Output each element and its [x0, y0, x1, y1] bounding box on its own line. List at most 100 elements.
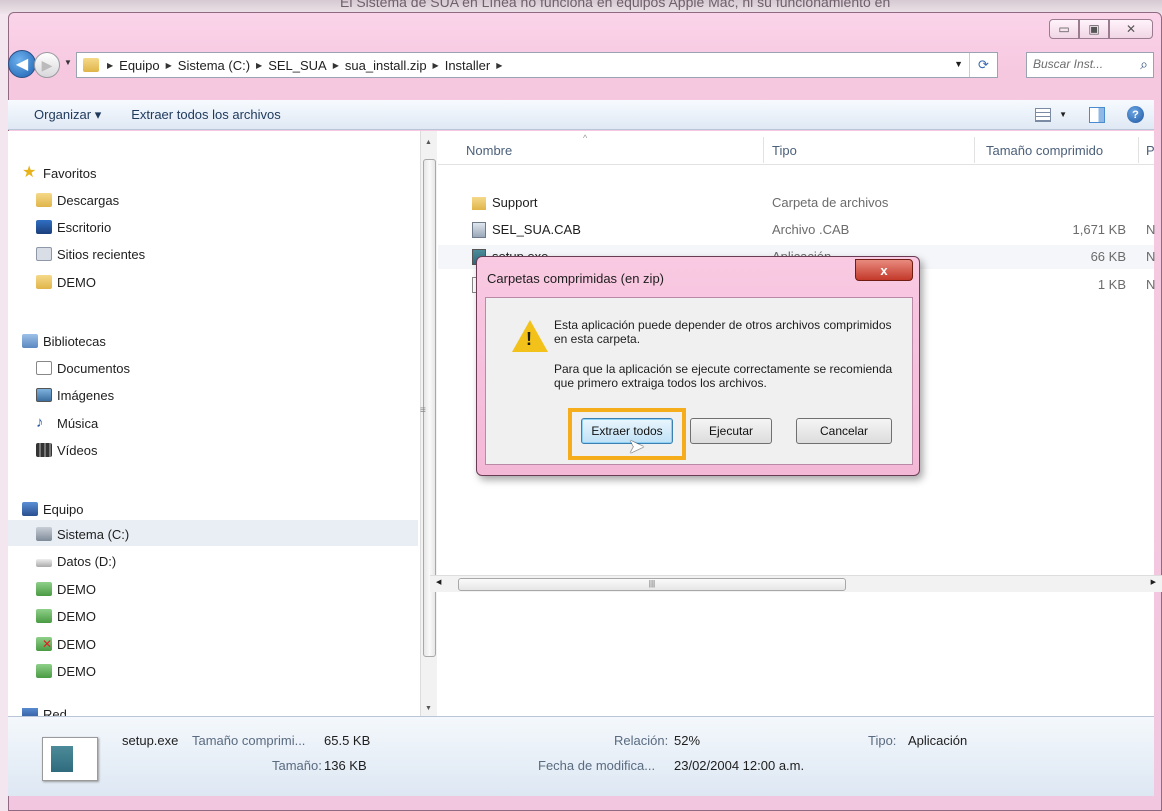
column-header-compressed-size[interactable]: Tamaño comprimido [986, 143, 1103, 158]
horizontal-scrollbar-thumb[interactable]: ||| [458, 578, 846, 591]
dialog-close-button[interactable]: x [855, 259, 913, 281]
magnifier-icon[interactable]: ⌕ [1140, 56, 1148, 73]
chevron-right-icon: ▶ [496, 60, 503, 70]
scroll-right-icon[interactable]: ▶ [1151, 578, 1156, 586]
network-drive-icon [36, 664, 52, 678]
view-options-icon [1035, 107, 1052, 122]
nav-demo-network-3[interactable]: ✕ DEMO [36, 632, 96, 656]
recent-places-icon [36, 247, 52, 261]
window-controls: ▭ ▣ ✕ [1049, 19, 1153, 39]
minimize-button[interactable]: ▭ [1049, 19, 1079, 39]
nav-equipo[interactable]: Equipo [22, 497, 83, 521]
background-title-text: El Sistema de SUA en Línea no funciona e… [340, 0, 891, 10]
recent-pages-dropdown-icon[interactable]: ▼ [64, 58, 72, 67]
network-drive-icon [36, 609, 52, 623]
breadcrumb-sel-sua[interactable]: ▶ SEL_SUA [256, 58, 327, 73]
details-type-value: Aplicación [908, 733, 968, 748]
folder-icon [472, 197, 486, 210]
nav-imagenes[interactable]: Imágenes [36, 383, 114, 407]
scroll-left-icon[interactable]: ◀ [436, 578, 441, 586]
disconnected-network-drive-icon: ✕ [36, 637, 52, 651]
forward-button[interactable]: ▶ [34, 52, 60, 78]
details-size-label: Tamaño: [272, 758, 322, 773]
nav-demo-network-2[interactable]: DEMO [36, 604, 96, 628]
nav-demo-network-4[interactable]: DEMO [36, 659, 96, 683]
downloads-folder-icon [36, 193, 52, 207]
libraries-icon [22, 334, 38, 348]
details-ratio-label: Relación: [614, 733, 669, 748]
dialog-message-1: Esta aplicación puede depender de otros … [554, 318, 892, 346]
column-divider[interactable] [974, 137, 975, 163]
chevron-right-icon: ▶ [432, 60, 439, 70]
breadcrumb-sistema[interactable]: ▶ Sistema (C:) [166, 58, 250, 73]
address-dropdown-icon[interactable]: ▼ [954, 59, 963, 69]
nav-sistema-c[interactable]: Sistema (C:) [36, 522, 129, 546]
documents-icon [36, 361, 52, 375]
details-size-value: 136 KB [324, 758, 367, 773]
close-window-button[interactable]: ✕ [1109, 19, 1153, 39]
navigation-pane: ★ Favoritos Descargas Escritorio Sitios r… [8, 131, 418, 720]
horizontal-scrollbar[interactable]: ◀ ||| ▶ [430, 575, 1162, 592]
dialog-title: Carpetas comprimidas (en zip) [487, 271, 665, 286]
breadcrumb-zip[interactable]: ▶ sua_install.zip [333, 58, 427, 73]
nav-vertical-scrollbar[interactable]: ▲ ▼ [420, 131, 437, 716]
preview-pane-icon[interactable] [1089, 106, 1105, 123]
breadcrumb-equipo[interactable]: ▶ Equipo [107, 58, 160, 73]
help-icon[interactable]: ? [1127, 106, 1144, 123]
nav-documentos[interactable]: Documentos [36, 356, 130, 380]
maximize-button[interactable]: ▣ [1079, 19, 1109, 39]
refresh-icon[interactable]: ⟳ [969, 53, 997, 77]
forward-arrow-icon: ▶ [41, 56, 53, 73]
music-note-icon: ♪ [36, 414, 44, 431]
details-filename: setup.exe [122, 733, 179, 748]
dialog-message-2: Para que la aplicación se ejecute correc… [554, 362, 893, 390]
file-row-cab[interactable]: SEL_SUA.CAB Archivo .CAB 1,671 KB N [438, 218, 1155, 242]
navigation-bar: ◀ ▶ ▼ ▶ Equipo ▶ Sistema (C:) ▶ SEL_SUA ▶ su… [8, 50, 1154, 80]
column-header-name[interactable]: Nombre [466, 143, 512, 158]
run-button[interactable]: Ejecutar [690, 418, 772, 444]
computer-icon [22, 502, 38, 516]
address-bar[interactable]: ▶ Equipo ▶ Sistema (C:) ▶ SEL_SUA ▶ sua_inst… [76, 52, 998, 78]
organize-button[interactable]: Organizar ▾ [34, 107, 101, 123]
column-header-type[interactable]: Tipo [772, 143, 797, 158]
command-bar: Organizar ▾ Extraer todos los archivos ▼… [8, 100, 1154, 130]
sort-arrow-icon: ^ [583, 133, 588, 143]
cancel-button[interactable]: Cancelar [796, 418, 892, 444]
column-divider[interactable] [1138, 137, 1139, 163]
extract-all-button[interactable]: Extraer todos los archivos [131, 107, 281, 122]
details-compressed-label: Tamaño comprimi... [192, 733, 306, 748]
nav-sitios-recientes[interactable]: Sitios recientes [36, 242, 145, 266]
column-divider[interactable] [763, 137, 764, 163]
column-headers: Nombre ^ Tipo Tamaño comprimido P [438, 131, 1155, 165]
nav-favoritos[interactable]: ★ Favoritos [22, 161, 96, 185]
nav-musica[interactable]: ♪ Música [36, 411, 98, 435]
breadcrumb-installer[interactable]: ▶ Installer ▶ [433, 58, 509, 73]
exe-thumbnail-icon [51, 746, 73, 772]
nav-videos[interactable]: Vídeos [36, 438, 97, 462]
nav-escritorio[interactable]: Escritorio [36, 215, 111, 239]
back-button[interactable]: ◀ [8, 50, 36, 78]
chevron-right-icon: ▶ [107, 60, 114, 70]
nav-demo-network-1[interactable]: DEMO [36, 577, 96, 601]
pane-splitter-grip[interactable]: ≡ [420, 405, 426, 416]
nav-bibliotecas[interactable]: Bibliotecas [22, 329, 106, 353]
video-film-icon [36, 443, 52, 457]
details-modified-value: 23/02/2004 12:00 a.m. [674, 758, 805, 773]
chevron-right-icon: ▶ [332, 60, 339, 70]
nav-demo-favorite[interactable]: DEMO [36, 270, 96, 294]
details-compressed-value: 65.5 KB [324, 733, 371, 748]
compressed-folder-dialog: Carpetas comprimidas (en zip) x ! Esta a… [476, 256, 920, 476]
column-header-extra[interactable]: P [1146, 143, 1155, 158]
nav-descargas[interactable]: Descargas [36, 188, 119, 212]
file-thumbnail [42, 737, 98, 781]
nav-datos-d[interactable]: Datos (D:) [36, 549, 116, 573]
folder-icon [36, 275, 52, 289]
details-modified-label: Fecha de modifica... [538, 758, 656, 773]
search-input[interactable]: Buscar Inst... ⌕ [1026, 52, 1154, 78]
scroll-down-icon[interactable]: ▼ [425, 705, 432, 712]
file-row-support[interactable]: Support Carpeta de archivos [438, 191, 1154, 215]
desktop-icon [36, 220, 52, 234]
view-options-button[interactable]: ▼ [1035, 107, 1067, 122]
chevron-right-icon: ▶ [256, 60, 263, 70]
scroll-up-icon[interactable]: ▲ [425, 139, 432, 146]
